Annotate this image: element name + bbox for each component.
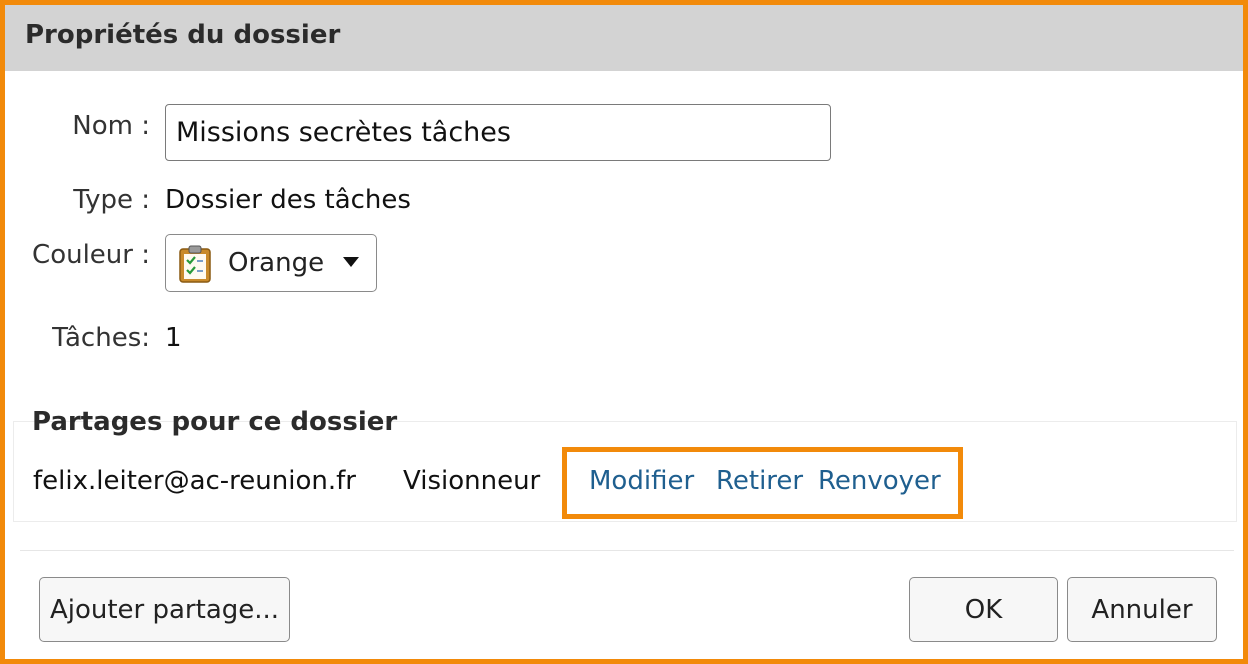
tasks-count: 1 bbox=[165, 323, 182, 353]
modify-share-link[interactable]: Modifier bbox=[589, 466, 694, 496]
ok-button[interactable]: OK bbox=[909, 577, 1058, 642]
shares-section-title: Partages pour ce dossier bbox=[32, 407, 398, 437]
type-value: Dossier des tâches bbox=[165, 185, 411, 215]
share-role: Visionneur bbox=[403, 466, 541, 496]
add-share-button[interactable]: Ajouter partage... bbox=[39, 577, 290, 642]
color-select[interactable]: Orange bbox=[165, 234, 377, 292]
name-label: Nom : bbox=[72, 111, 150, 141]
tasks-label: Tâches: bbox=[52, 323, 150, 353]
dialog-title: Propriétés du dossier bbox=[25, 20, 341, 50]
remove-share-link[interactable]: Retirer bbox=[716, 466, 803, 496]
folder-properties-dialog: Propriétés du dossier Nom : Type : Dossi… bbox=[0, 0, 1248, 664]
folder-name-input[interactable] bbox=[165, 104, 831, 161]
color-select-value: Orange bbox=[228, 248, 325, 278]
resend-share-link[interactable]: Renvoyer bbox=[818, 466, 941, 496]
type-label: Type : bbox=[73, 185, 150, 215]
share-email: felix.leiter@ac-reunion.fr bbox=[33, 466, 356, 496]
clipboard-task-icon bbox=[179, 245, 211, 283]
cancel-button[interactable]: Annuler bbox=[1067, 577, 1217, 642]
footer-divider bbox=[20, 550, 1234, 551]
color-label: Couleur : bbox=[32, 240, 150, 270]
dialog-titlebar: Propriétés du dossier bbox=[5, 5, 1243, 71]
chevron-down-icon bbox=[343, 257, 359, 267]
